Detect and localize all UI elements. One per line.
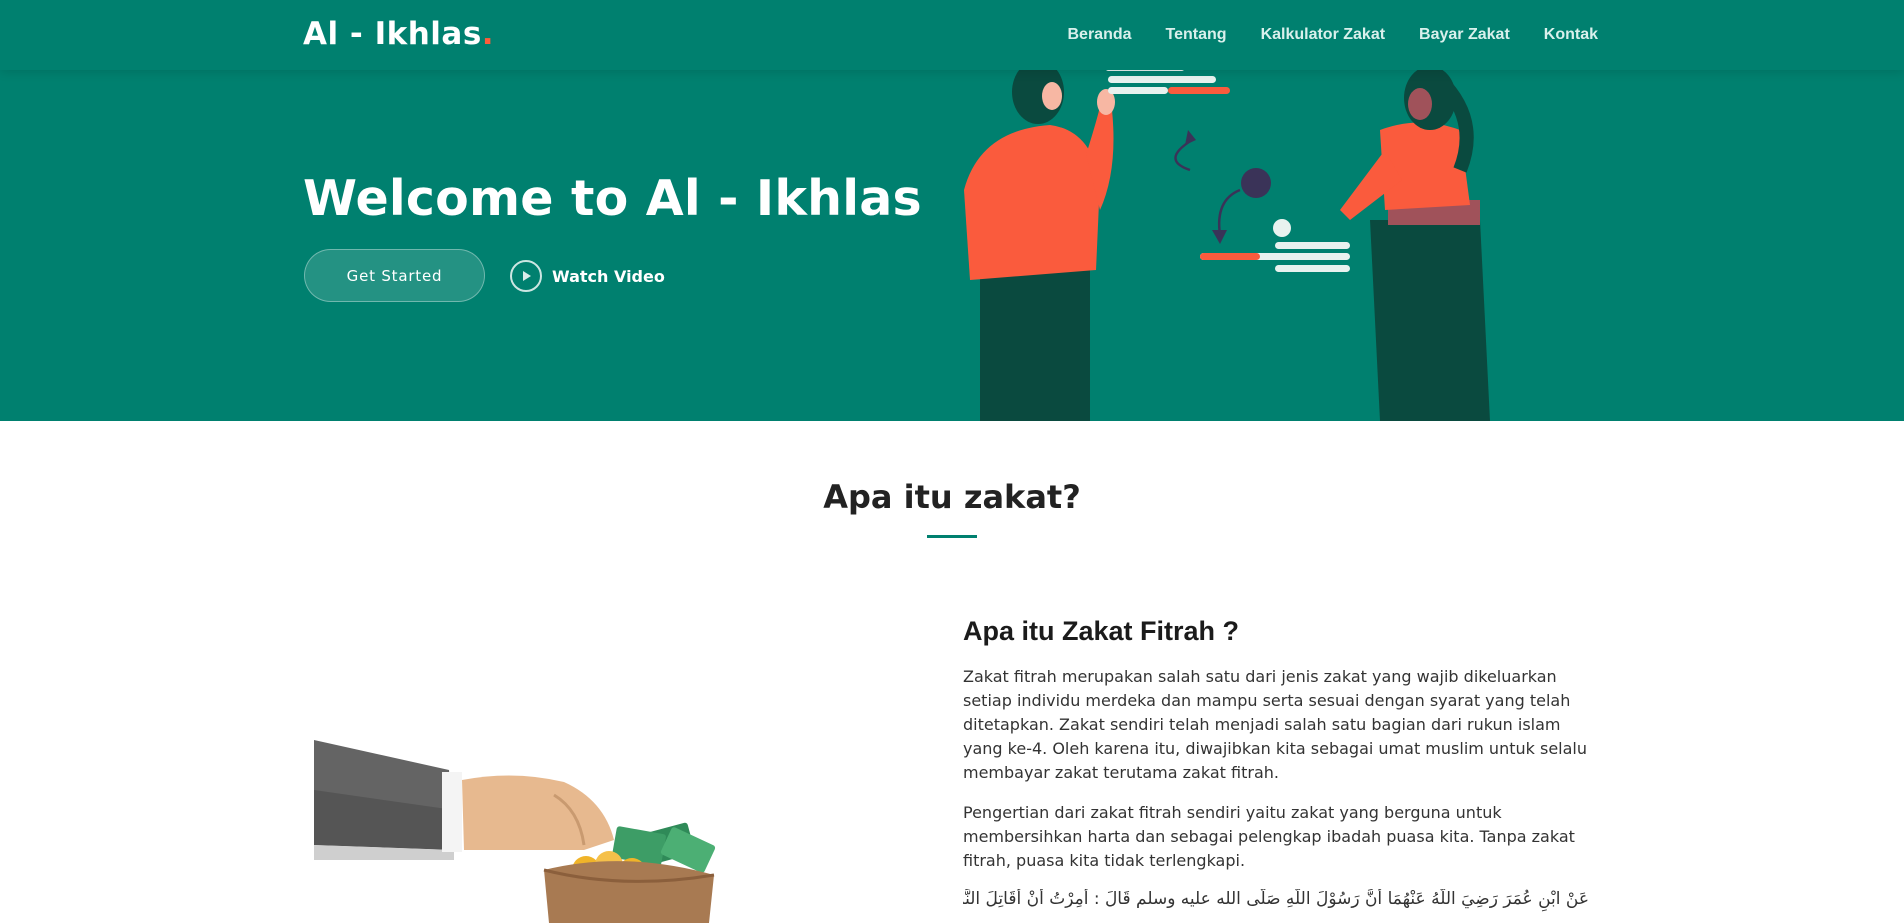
nav-link-bayar-zakat[interactable]: Bayar Zakat xyxy=(1419,26,1510,44)
hero-title: Welcome to Al - Ikhlas xyxy=(303,170,922,227)
nav-link-kontak[interactable]: Kontak xyxy=(1544,26,1598,44)
watch-video-button[interactable]: Watch Video xyxy=(510,259,665,293)
hero-people-illustration xyxy=(964,70,1490,421)
article-paragraph: Pengertian dari zakat fitrah sendiri yai… xyxy=(963,803,1575,870)
woman-figure xyxy=(1340,70,1490,421)
get-started-button[interactable]: Get Started xyxy=(304,249,485,302)
arabic-hadith-text: عَنْ ابْنِ عُمَرَ رَضِيَ اللَّهُ عَنْهُم… xyxy=(963,889,1589,909)
site-header: Al - Ikhlas. Beranda Tentang Kalkulator … xyxy=(0,0,1904,70)
watch-video-label: Watch Video xyxy=(552,266,665,286)
man-figure xyxy=(964,70,1115,421)
logo-text: Al - Ikhlas xyxy=(303,16,482,52)
site-logo[interactable]: Al - Ikhlas. xyxy=(303,16,494,52)
section-underline xyxy=(927,535,977,538)
nav-link-tentang[interactable]: Tentang xyxy=(1166,26,1227,44)
article-title: Apa itu Zakat Fitrah ? xyxy=(963,616,1240,646)
nav-link-beranda[interactable]: Beranda xyxy=(1068,26,1132,44)
main-nav: Beranda Tentang Kalkulator Zakat Bayar Z… xyxy=(1068,0,1599,70)
hero-section: Welcome to Al - Ikhlas Get Started Watch… xyxy=(0,70,1904,421)
nav-link-kalkulator-zakat[interactable]: Kalkulator Zakat xyxy=(1261,26,1385,44)
play-icon xyxy=(510,260,542,292)
hand-money-illustration xyxy=(314,740,716,923)
article-zakat-fitrah: Apa itu Zakat Fitrah ? Zakat fitrah meru… xyxy=(963,616,1589,919)
article-paragraph: Zakat fitrah merupakan salah satu dari j… xyxy=(963,667,1587,782)
section-title: Apa itu zakat? xyxy=(823,478,1081,516)
logo-dot: . xyxy=(481,16,495,52)
